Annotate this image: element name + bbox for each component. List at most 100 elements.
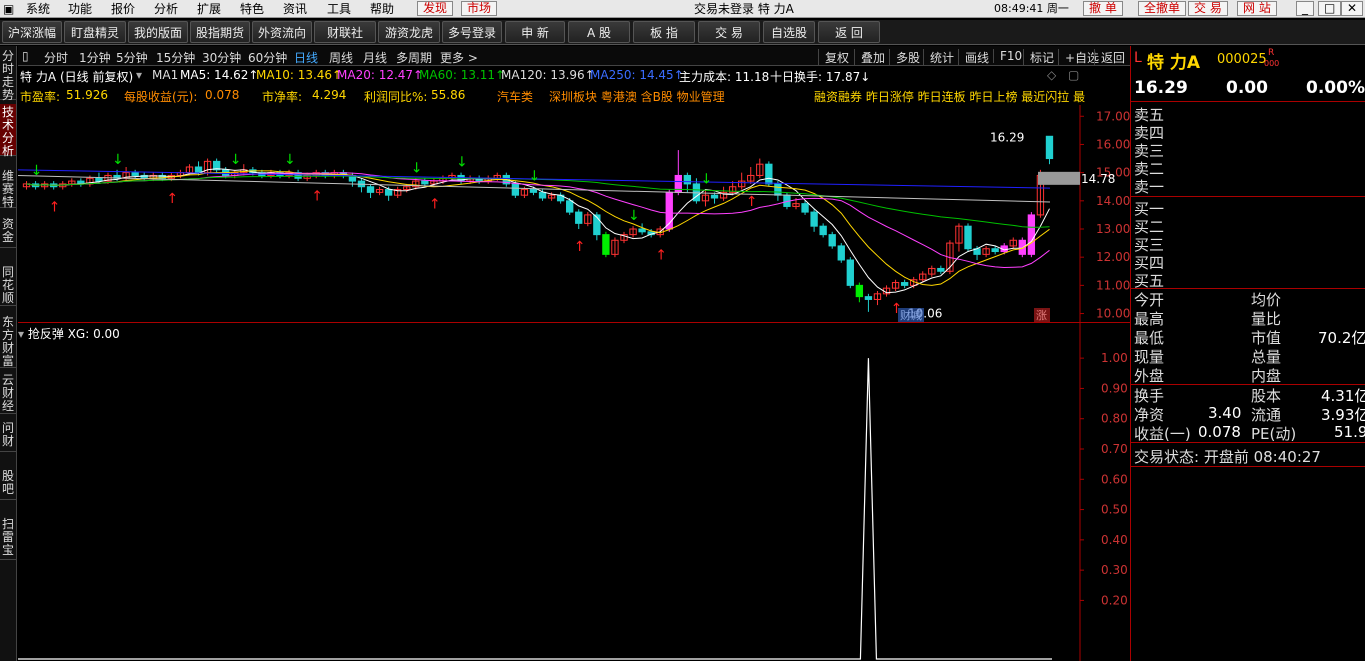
sell1-label: 卖一 <box>1134 178 1165 196</box>
sector-label[interactable]: 汽车类 <box>497 88 533 105</box>
toolbar-button-back[interactable]: 返 回 <box>818 21 880 43</box>
fundamentals-line: 市盈率: 51.926 每股收益(元): 0.078 市净率: 4.294 利润… <box>18 88 1098 106</box>
candle-body <box>683 174 692 185</box>
candle-body <box>575 211 583 224</box>
toolbar: 沪深涨幅 盯盘精灵 我的版面 股指期货 外资流向 财联社 游资龙虎 多号登录 申… <box>0 20 1365 45</box>
pe-value: 51.926 <box>66 88 108 102</box>
period-tab-daily[interactable]: 日线 <box>294 49 318 66</box>
period-tab-weekly[interactable]: 周线 <box>329 49 353 66</box>
toolbar-button-hs-gainers[interactable]: 沪深涨幅 <box>2 21 62 43</box>
toolbar-button-multi-login[interactable]: 多号登录 <box>442 21 502 43</box>
sidebar-item-eastmoney[interactable]: 东方财富 <box>0 314 16 368</box>
toolbar-button-my-layout[interactable]: 我的版面 <box>128 21 188 43</box>
sidebar-item-saoleibao[interactable]: 扫雷宝 <box>0 516 16 560</box>
left-sidebar: 分时走势 技术分析 维赛特 资金 同花顺 东方财富 云财经 问财 股吧 扫雷宝 <box>0 46 17 661</box>
sub-y-tick-label: 0.70 <box>1101 442 1128 456</box>
sidebar-item-weisaite[interactable]: 维赛特 <box>0 168 16 209</box>
candlestick-chart[interactable]: 17.0016.0015.0014.0013.0012.0011.0010.00… <box>18 105 1130 322</box>
diamond-icon[interactable]: ◇ <box>1047 68 1056 82</box>
toolbar-button-ipo[interactable]: 申 新 <box>505 21 565 43</box>
menu-item-feature[interactable]: 特色 <box>240 1 264 17</box>
y-tick-label: 14.00 <box>1096 194 1130 208</box>
indicator-chart[interactable]: 1.00 0.90 0.80 0.70 0.60 0.50 0.40 0.30 0.20 <box>18 323 1130 661</box>
toolbar-button-hot-money[interactable]: 游资龙虎 <box>378 21 440 43</box>
indicator-toggle-icon[interactable]: ▾ <box>136 68 142 82</box>
code-prefix: L <box>1134 50 1142 66</box>
return-button[interactable]: 返回 <box>1094 49 1125 66</box>
open-label: 今开 <box>1134 291 1165 309</box>
draw-line-button[interactable]: 画线 <box>958 49 989 66</box>
toolbar-button-cls[interactable]: 财联社 <box>314 21 376 43</box>
toolbar-button-sector-index[interactable]: 板 指 <box>633 21 695 43</box>
close-icon[interactable]: ✕ <box>1341 1 1364 16</box>
sidebar-item-wencai[interactable]: 问财 <box>0 420 16 452</box>
period-tab-more[interactable]: 更多 > <box>440 49 478 66</box>
candle-body <box>774 183 782 196</box>
period-tab-multi[interactable]: 多周期 <box>396 49 432 66</box>
menu-item-news[interactable]: 资讯 <box>283 1 307 17</box>
menu-item-extend[interactable]: 扩展 <box>197 1 221 17</box>
period-tab-1min[interactable]: 1分钟 <box>79 49 111 66</box>
divider-line <box>1131 196 1365 197</box>
toolbar-button-trade[interactable]: 交 易 <box>698 21 760 43</box>
toolbar-button-index-futures[interactable]: 股指期货 <box>190 21 250 43</box>
period-tab-timeshare[interactable]: 分时 <box>44 49 68 66</box>
sell-arrow-icon: ↓ <box>411 160 423 176</box>
window-title: 交易未登录 特 力A <box>694 2 794 16</box>
sidebar-item-funds[interactable]: 资金 <box>0 216 16 248</box>
y-tick-label: 17.00 <box>1096 109 1130 123</box>
sidebar-item-ths[interactable]: 同花顺 <box>0 264 16 306</box>
menu-market[interactable]: 市场 <box>461 1 498 16</box>
period-toggle-icon[interactable]: ▯ <box>22 49 29 63</box>
menu-item-analysis[interactable]: 分析 <box>154 1 178 17</box>
candle-body <box>1027 214 1036 255</box>
app-icon[interactable]: ▣ <box>3 1 14 17</box>
sidebar-item-technical[interactable]: 技术分析 <box>0 104 16 158</box>
restore-right-button[interactable]: 复权 <box>818 49 849 66</box>
toolbar-button-foreign-flow[interactable]: 外资流向 <box>252 21 312 43</box>
float-label: 流通 <box>1251 406 1282 424</box>
stats-button[interactable]: 统计 <box>923 49 954 66</box>
sidebar-item-guba[interactable]: 股吧 <box>0 468 16 500</box>
maximize-icon[interactable]: □ <box>1318 1 1342 16</box>
period-tab-5min[interactable]: 5分钟 <box>116 49 148 66</box>
menu-item-function[interactable]: 功能 <box>68 1 92 17</box>
toolbar-button-watch-elf[interactable]: 盯盘精灵 <box>64 21 126 43</box>
sidebar-item-yuncaijing[interactable]: 云财经 <box>0 372 16 414</box>
divider-line <box>1131 101 1365 102</box>
toolbar-button-watchlist[interactable]: 自选股 <box>763 21 815 43</box>
menu-discover[interactable]: 发现 <box>417 1 454 16</box>
add-watchlist-button[interactable]: +自选 <box>1058 49 1099 66</box>
candle-body <box>384 189 393 196</box>
cancel-all-button[interactable]: 全撤单 <box>1138 1 1187 16</box>
y-tick-label: 12.00 <box>1096 250 1130 264</box>
buy-arrow-icon: ↑ <box>49 200 61 216</box>
menu-item-help[interactable]: 帮助 <box>370 1 394 17</box>
multi-stock-button[interactable]: 多股 <box>889 49 920 66</box>
f10-button[interactable]: F10 <box>993 49 1022 63</box>
period-tab-30min[interactable]: 30分钟 <box>202 49 241 66</box>
square-icon[interactable]: ▢ <box>1068 68 1079 82</box>
tags-label[interactable]: 融资融券 昨日涨停 昨日连板 昨日上榜 最近闪拉 最 <box>814 88 1085 105</box>
sidebar-item-timeshare[interactable]: 分时走势 <box>0 48 16 102</box>
period-tab-15min[interactable]: 15分钟 <box>156 49 195 66</box>
mark-button[interactable]: 标记 <box>1023 49 1054 66</box>
concepts-label[interactable]: 深圳板块 粤港澳 含B股 物业管理 <box>549 88 725 105</box>
minimize-icon[interactable]: _ <box>1296 1 1314 16</box>
menu-item-quote[interactable]: 报价 <box>111 1 135 17</box>
cancel-order-button[interactable]: 撤 单 <box>1083 1 1123 16</box>
website-button[interactable]: 网 站 <box>1237 1 1277 16</box>
menu-item-system[interactable]: 系统 <box>26 1 50 17</box>
pe-dyn-label: PE(动) <box>1251 425 1297 443</box>
sell-arrow-icon: ↓ <box>112 152 124 168</box>
toolbar-button-a-shares[interactable]: A 股 <box>568 21 630 43</box>
period-tab-monthly[interactable]: 月线 <box>363 49 387 66</box>
menu-item-tools[interactable]: 工具 <box>327 1 351 17</box>
high-label: 最高 <box>1134 310 1165 328</box>
stock-name-label: 特 力A <box>20 70 57 84</box>
trade-button[interactable]: 交 易 <box>1188 1 1228 16</box>
turnover-label: 十日换手: 17.87↓ <box>770 70 871 84</box>
overlay-button[interactable]: 叠加 <box>854 49 885 66</box>
candle-body <box>131 172 139 176</box>
period-tab-60min[interactable]: 60分钟 <box>248 49 287 66</box>
